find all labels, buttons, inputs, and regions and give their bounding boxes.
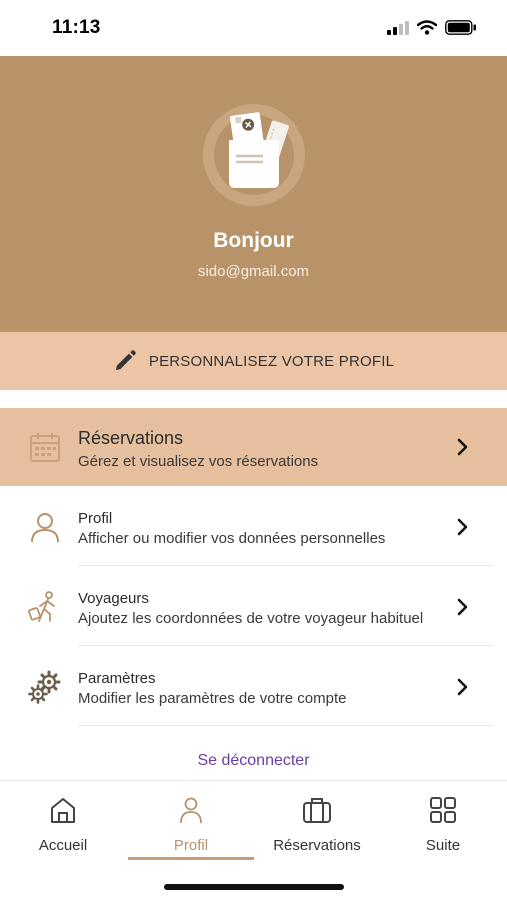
menu-text: Paramètres Modifier les paramètres de vo… [78, 670, 346, 707]
nav-label: Profil [173, 837, 209, 854]
person-icon [180, 797, 202, 824]
user-email: sido@gmail.com [197, 263, 310, 280]
divider [78, 645, 493, 646]
status-icons [387, 20, 477, 35]
menu-title: Profil [78, 510, 113, 527]
nav-item-reservations[interactable]: Réservations [254, 789, 380, 861]
chevron-right-icon [457, 678, 468, 696]
nav-label: Suite [425, 837, 461, 854]
menu-item-reservations[interactable]: Réservations Gérez et visualisez vos rés… [0, 408, 507, 486]
menu-subtitle: Modifier les paramètres de votre compte [78, 690, 347, 707]
chevron-right-icon [457, 598, 468, 616]
pencil-icon [115, 350, 136, 370]
greeting: Bonjour [213, 229, 294, 252]
status-bar: 11:13 [0, 0, 507, 56]
chevron-right-icon [457, 518, 468, 536]
suitcase-icon [303, 798, 331, 823]
travel-wallet-icon [203, 104, 305, 206]
status-time: 11:13 [52, 17, 101, 38]
menu-title: Voyageurs [78, 590, 149, 607]
home-indicator[interactable] [164, 884, 344, 890]
profile-header: Bonjour sido@gmail.com [0, 56, 507, 332]
menu-title: Paramètres [78, 670, 156, 687]
bottom-nav: Accueil Profil Réservations Suite [0, 780, 507, 900]
menu-subtitle: Gérez et visualisez vos réservations [78, 453, 319, 470]
traveler-icon [28, 591, 55, 622]
grid-icon [430, 797, 456, 823]
customize-profile-label: PERSONNALISEZ VOTRE PROFIL [148, 352, 395, 370]
menu-text: Voyageurs Ajoutez les coordonnées de vot… [78, 590, 423, 627]
wifi-icon [417, 20, 437, 35]
menu-item-parametres[interactable]: Paramètres Modifier les paramètres de vo… [0, 648, 507, 726]
menu-text: Réservations Gérez et visualisez vos rés… [78, 428, 318, 470]
divider [78, 565, 493, 566]
nav-item-accueil[interactable]: Accueil [0, 789, 126, 861]
logout-link[interactable]: Se déconnecter [0, 752, 507, 770]
person-icon [31, 513, 59, 543]
customize-profile-button[interactable]: PERSONNALISEZ VOTRE PROFIL [0, 332, 507, 390]
menu-subtitle: Afficher ou modifier vos données personn… [78, 530, 386, 547]
active-tab-indicator [128, 857, 254, 860]
menu-item-voyageurs[interactable]: Voyageurs Ajoutez les coordonnées de vot… [0, 568, 507, 646]
divider [78, 725, 493, 726]
nav-label: Réservations [273, 837, 361, 854]
menu-item-profil[interactable]: Profil Afficher ou modifier vos données … [0, 488, 507, 566]
battery-icon [445, 20, 476, 35]
chevron-right-icon [457, 438, 468, 456]
nav-item-profil[interactable]: Profil [128, 789, 254, 861]
menu-text: Profil Afficher ou modifier vos données … [78, 510, 385, 547]
home-icon [51, 798, 75, 823]
gears-icon [28, 670, 61, 704]
menu-title: Réservations [78, 428, 184, 448]
nav-label: Accueil [38, 837, 88, 854]
calendar-icon [30, 433, 60, 462]
nav-item-suite[interactable]: Suite [380, 789, 506, 861]
signal-icon [387, 20, 409, 35]
menu-subtitle: Ajoutez les coordonnées de votre voyageu… [78, 610, 424, 627]
